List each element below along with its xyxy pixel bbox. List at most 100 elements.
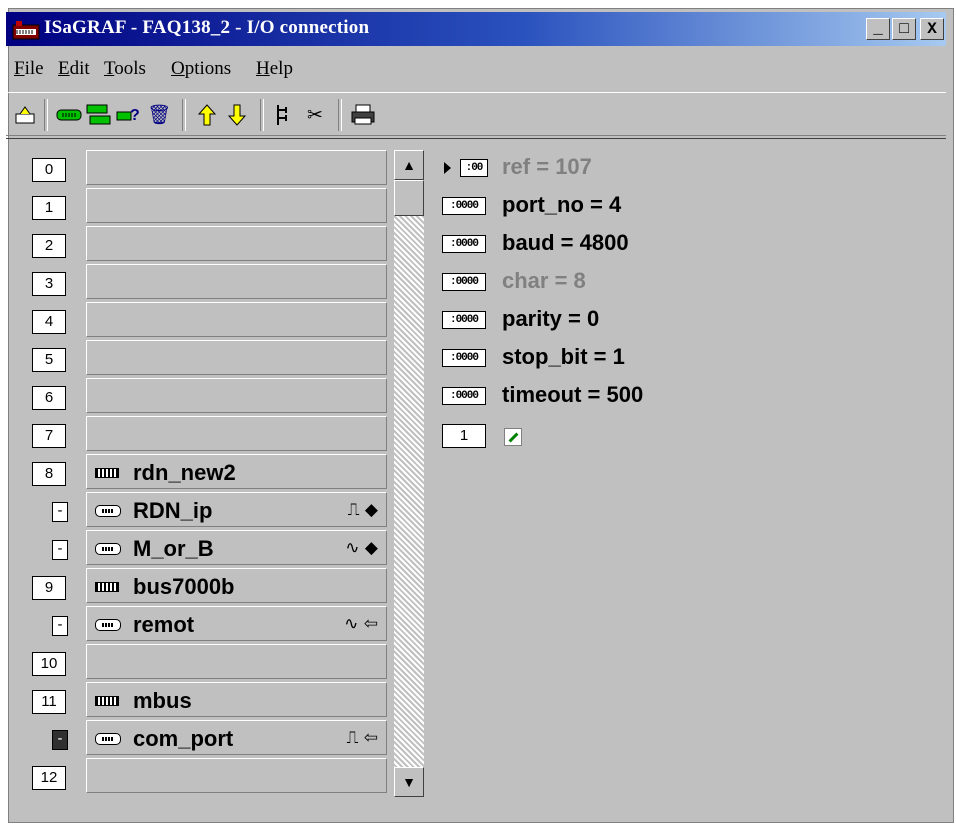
move-up-icon[interactable]	[194, 102, 220, 128]
sub-board-marker[interactable]: -	[52, 540, 68, 560]
slot-board-name: M_or_B	[133, 536, 214, 561]
slot-row-9-sub-1[interactable]: - remot ∿ ⇦	[30, 606, 390, 644]
slot-cell[interactable]	[86, 378, 387, 413]
slot-number[interactable]: 11	[32, 690, 66, 714]
menu-edit[interactable]: Edit	[58, 58, 90, 80]
cut-icon[interactable]: ✂	[302, 102, 328, 128]
slot-cell[interactable]: rdn_new2	[86, 454, 387, 489]
menu-help[interactable]: Help	[256, 58, 293, 80]
slot-cell[interactable]	[86, 264, 387, 299]
slot-board-name: mbus	[133, 688, 192, 713]
param-text: baud = 4800	[502, 230, 629, 255]
menu-bar: File Edit Tools Options Help	[6, 54, 946, 84]
slot-cell[interactable]	[86, 644, 387, 679]
toolbar: ? 🗑 ✂	[6, 92, 946, 136]
param-ref[interactable]: :00 ref = 107	[440, 150, 840, 188]
menu-file[interactable]: File	[14, 58, 44, 80]
slot-number[interactable]: 3	[32, 272, 66, 296]
slot-board-name: remot	[133, 612, 195, 637]
slot-row-4[interactable]: 4	[30, 302, 390, 340]
slot-number[interactable]: 1	[32, 196, 66, 220]
move-down-icon[interactable]	[224, 102, 250, 128]
param-text: port_no = 4	[502, 192, 622, 217]
slot-cell[interactable]: com_port ⎍ ⇦	[86, 720, 387, 755]
title-bar[interactable]: ISaGRAF - FAQ138_2 - I/O connection _ □ …	[6, 12, 946, 46]
slot-number[interactable]: 10	[32, 652, 66, 676]
slot-cell[interactable]	[86, 226, 387, 261]
scroll-up-button[interactable]: ▲	[394, 150, 424, 180]
slot-row-1[interactable]: 1	[30, 188, 390, 226]
slot-row-3[interactable]: 3	[30, 264, 390, 302]
slot-row-7[interactable]: 7	[30, 416, 390, 454]
slot-row-8[interactable]: 8 rdn_new2	[30, 454, 390, 492]
slot-cell[interactable]: remot ∿ ⇦	[86, 606, 387, 641]
param-baud[interactable]: :0000 baud = 4800	[440, 226, 840, 264]
slot-cell[interactable]	[86, 340, 387, 375]
board-icon	[95, 468, 119, 478]
svg-text:?: ?	[130, 107, 140, 124]
slot-row-8-sub-1[interactable]: - RDN_ip ⎍ ◆	[30, 492, 390, 530]
slot-row-10[interactable]: 10	[30, 644, 390, 682]
edit-checkbox-icon[interactable]	[504, 428, 522, 446]
menu-tools[interactable]: Tools	[104, 58, 146, 80]
close-button[interactable]: X	[920, 18, 944, 40]
slot-number[interactable]: 8	[32, 462, 66, 486]
slot-cell[interactable]: RDN_ip ⎍ ◆	[86, 492, 387, 527]
slot-number[interactable]: 4	[32, 310, 66, 334]
scroll-thumb[interactable]	[394, 180, 424, 216]
slot-row-9[interactable]: 9 bus7000b	[30, 568, 390, 606]
slot-row-0[interactable]: 0	[30, 150, 390, 188]
param-stop-bit[interactable]: :0000 stop_bit = 1	[440, 340, 840, 378]
slot-cell[interactable]	[86, 416, 387, 451]
slot-cell[interactable]	[86, 758, 387, 793]
open-icon[interactable]	[12, 102, 38, 128]
slot-number[interactable]: 6	[32, 386, 66, 410]
slot-cell[interactable]: mbus	[86, 682, 387, 717]
parameter-icon: :0000	[442, 311, 486, 329]
scroll-down-button[interactable]: ▼	[394, 767, 424, 797]
slot-number[interactable]: 12	[32, 766, 66, 790]
sub-board-marker[interactable]: -	[52, 502, 68, 522]
maximize-button[interactable]: □	[892, 18, 916, 40]
board-icon[interactable]	[56, 102, 82, 128]
slot-board-name: rdn_new2	[133, 460, 236, 485]
structure-icon[interactable]	[272, 102, 298, 128]
sub-board-marker[interactable]: -	[52, 616, 68, 636]
isagraf-app-icon	[12, 21, 40, 40]
slot-number[interactable]: 5	[32, 348, 66, 372]
print-icon[interactable]	[350, 102, 376, 128]
slot-row-11[interactable]: 11 mbus	[30, 682, 390, 720]
slot-number[interactable]: 7	[32, 424, 66, 448]
param-char[interactable]: :0000 char = 8	[440, 264, 840, 302]
sub-board-marker-selected[interactable]: -	[52, 730, 68, 750]
param-parity[interactable]: :0000 parity = 0	[440, 302, 840, 340]
complex-board-icon	[95, 619, 121, 631]
complex-board-icon[interactable]	[86, 102, 112, 128]
vertical-scrollbar[interactable]: ▲ ▼	[394, 150, 424, 797]
delete-icon[interactable]: 🗑	[146, 102, 172, 128]
slot-row-8-sub-2[interactable]: - M_or_B ∿ ◆	[30, 530, 390, 568]
param-port-no[interactable]: :0000 port_no = 4	[440, 188, 840, 226]
menu-options[interactable]: Options	[171, 58, 231, 80]
slot-cell[interactable]	[86, 150, 387, 185]
minimize-button[interactable]: _	[866, 18, 890, 40]
param-timeout[interactable]: :0000 timeout = 500	[440, 378, 840, 416]
slot-cell[interactable]	[86, 188, 387, 223]
slot-row-11-sub-1[interactable]: - com_port ⎍ ⇦	[30, 720, 390, 758]
slot-row-2[interactable]: 2	[30, 226, 390, 264]
param-text: ref = 107	[502, 154, 592, 179]
help-board-icon[interactable]: ?	[116, 102, 142, 128]
slot-cell[interactable]: bus7000b	[86, 568, 387, 603]
slot-row-5[interactable]: 5	[30, 340, 390, 378]
slot-cell[interactable]	[86, 302, 387, 337]
slot-number[interactable]: 9	[32, 576, 66, 600]
slot-cell[interactable]: M_or_B ∿ ◆	[86, 530, 387, 565]
expand-arrow-icon[interactable]	[444, 162, 451, 174]
slot-row-12[interactable]: 12	[30, 758, 390, 796]
signal-direction-icon: ⎍ ⇦	[346, 728, 378, 748]
channel-number[interactable]: 1	[442, 424, 486, 448]
slot-number[interactable]: 0	[32, 158, 66, 182]
slot-number[interactable]: 2	[32, 234, 66, 258]
slot-row-6[interactable]: 6	[30, 378, 390, 416]
board-icon	[95, 696, 119, 706]
